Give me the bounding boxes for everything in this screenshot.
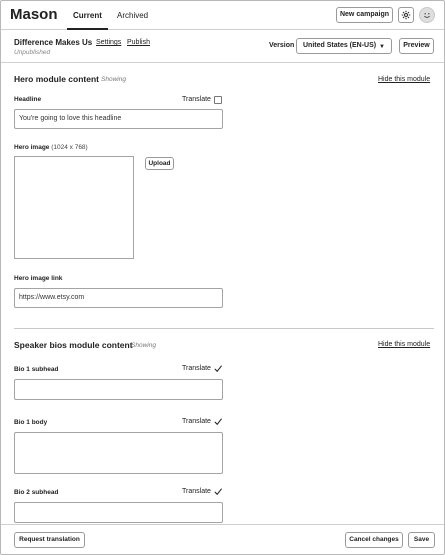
publish-status: Unpublished — [14, 49, 51, 56]
app-title: Mason — [10, 6, 58, 23]
headline-label: Headline — [14, 96, 42, 103]
section-divider — [14, 328, 434, 329]
headline-translate-label: Translate — [182, 96, 211, 103]
smiley-face-icon — [424, 13, 430, 18]
top-navigation-bar: Mason Current Archived New campaign — [0, 0, 445, 30]
save-button[interactable]: Save — [408, 532, 435, 548]
speaker-module-status: Showing — [131, 342, 156, 349]
checkmark-icon — [214, 417, 222, 425]
hero-module-title: Hero module content — [14, 74, 100, 84]
bio-1-subhead-translate-label: Translate — [182, 365, 211, 372]
speaker-module-title: Speaker bios module content — [14, 340, 133, 350]
hero-image-label-text: Hero image — [14, 144, 50, 151]
hero-image-dimensions: (1024 x 768) — [51, 144, 88, 151]
campaign-title: Difference Makes Us — [14, 38, 93, 47]
bio-2-subhead-label: Bio 2 subhead — [14, 489, 59, 496]
hide-speaker-module-link[interactable]: Hide this module — [378, 341, 430, 348]
hero-image-link-input[interactable]: https://www.etsy.com — [14, 288, 223, 308]
headline-input[interactable]: You're going to love this headline — [14, 109, 223, 129]
publish-link[interactable]: Publish — [127, 39, 150, 46]
new-campaign-button[interactable]: New campaign — [336, 7, 393, 23]
campaign-header: Difference Makes Us Settings Publish Unp… — [0, 30, 445, 63]
version-select[interactable]: United States (EN-US) ▼ — [296, 38, 392, 54]
bio-2-subhead-translate-label: Translate — [182, 488, 211, 495]
bio-1-subhead-input[interactable] — [14, 379, 223, 400]
hide-hero-module-link[interactable]: Hide this module — [378, 76, 430, 83]
cancel-changes-button[interactable]: Cancel changes — [345, 532, 403, 548]
request-translation-button[interactable]: Request translation — [14, 532, 85, 548]
bio-1-body-translate-label: Translate — [182, 418, 211, 425]
hero-image-link-label: Hero image link — [14, 275, 63, 282]
preview-button[interactable]: Preview — [399, 38, 434, 54]
bio-1-subhead-translate-checkbox[interactable] — [214, 364, 222, 372]
bio-1-body-textarea[interactable] — [14, 432, 223, 474]
checkmark-icon — [214, 487, 222, 495]
settings-button[interactable] — [398, 7, 414, 23]
footer-action-bar: Request translation Cancel changes Save — [0, 524, 445, 555]
checkmark-icon — [214, 364, 222, 372]
bio-2-subhead-input[interactable] — [14, 502, 223, 523]
headline-translate-checkbox[interactable] — [214, 96, 222, 104]
bio-2-subhead-translate-checkbox[interactable] — [214, 487, 222, 495]
bio-1-subhead-label: Bio 1 subhead — [14, 366, 59, 373]
settings-link[interactable]: Settings — [96, 39, 121, 46]
upload-button[interactable]: Upload — [145, 157, 174, 170]
hero-image-label: Hero image (1024 x 768) — [14, 144, 88, 151]
tab-archived[interactable]: Archived — [117, 11, 148, 20]
version-select-value: United States (EN-US) — [303, 42, 377, 49]
hero-module-status: Showing — [101, 76, 126, 83]
avatar[interactable] — [419, 7, 435, 23]
version-label: Version — [269, 42, 295, 49]
gear-icon — [401, 10, 411, 20]
bio-1-body-label: Bio 1 body — [14, 419, 48, 426]
bio-1-body-translate-checkbox[interactable] — [214, 417, 222, 425]
tab-current[interactable]: Current — [67, 11, 108, 30]
hero-image-placeholder — [14, 156, 134, 259]
caret-down-icon: ▼ — [379, 44, 385, 50]
